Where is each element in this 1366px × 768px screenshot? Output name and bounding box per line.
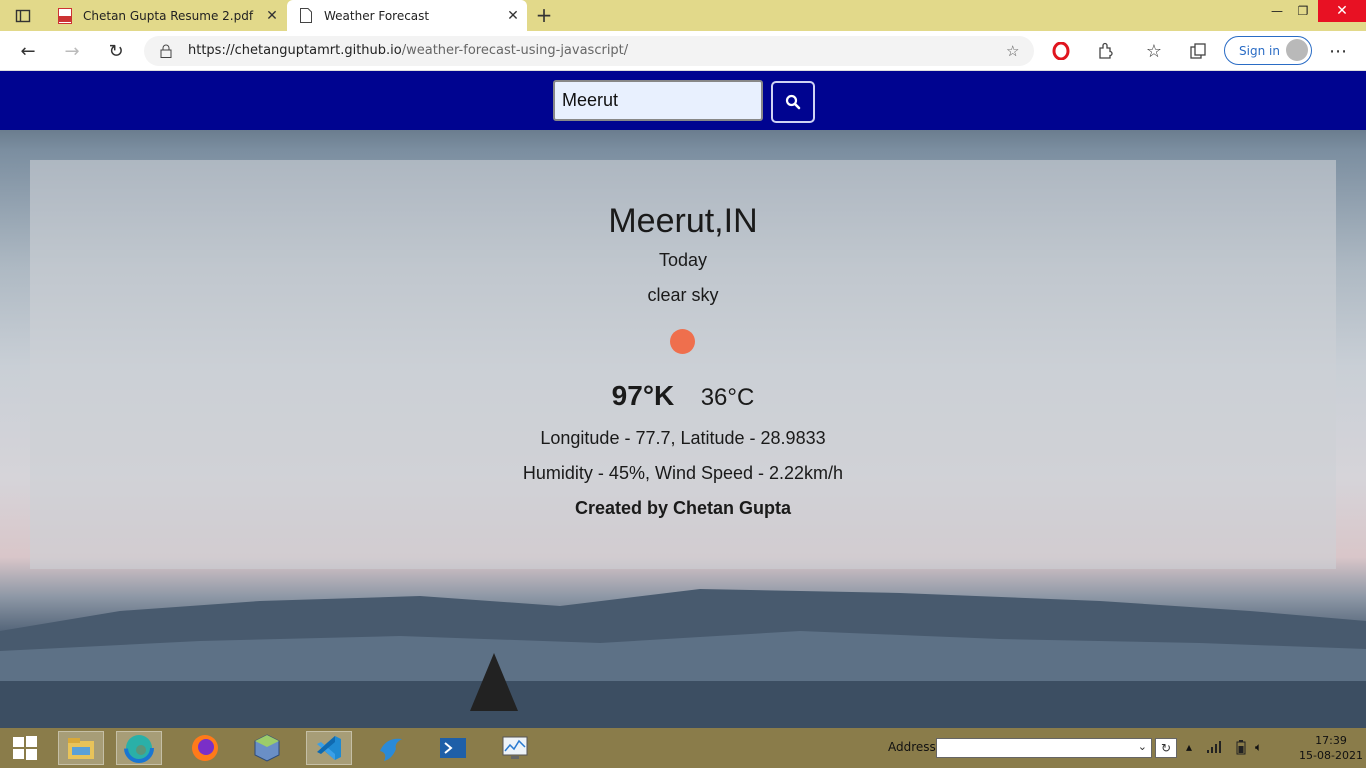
- navigation-bar: ← → ↻ https://chetanguptamrt.github.io/w…: [0, 31, 1366, 71]
- network-icon[interactable]: [1206, 740, 1222, 757]
- avatar-icon: [1286, 39, 1308, 61]
- clock-time: 17:39: [1315, 734, 1347, 747]
- dolphin-app-icon[interactable]: [368, 731, 414, 765]
- search-button[interactable]: [771, 81, 815, 123]
- temperature-celsius: 36°C: [700, 384, 755, 411]
- sign-in-label: Sign in: [1239, 43, 1280, 58]
- tab-title: Chetan Gupta Resume 2.pdf: [83, 8, 254, 23]
- close-tab-icon[interactable]: ✕: [258, 8, 286, 24]
- resource-monitor-icon[interactable]: [492, 731, 538, 765]
- day-label: Today: [658, 250, 708, 270]
- city-search-input[interactable]: Meerut: [553, 80, 763, 121]
- url-text: https://chetanguptamrt.github.io/weather…: [188, 43, 629, 58]
- lock-icon: [158, 43, 174, 59]
- page-icon: [298, 8, 314, 24]
- search-header: Meerut: [0, 71, 1366, 130]
- vscode-icon[interactable]: [306, 731, 352, 765]
- close-tab-icon[interactable]: ✕: [499, 8, 527, 24]
- collections-icon[interactable]: [1186, 39, 1210, 63]
- favorites-icon[interactable]: ☆: [1142, 39, 1166, 63]
- extensions-icon[interactable]: [1093, 39, 1117, 63]
- weather-description: clear sky: [647, 285, 719, 305]
- chevron-down-icon[interactable]: ⌄: [1138, 740, 1147, 753]
- more-menu-icon[interactable]: ⋯: [1326, 39, 1350, 63]
- temperature-kelvin: 97°K: [611, 380, 675, 411]
- windows-start-icon[interactable]: [2, 731, 48, 765]
- tab-bar: Chetan Gupta Resume 2.pdf ✕ Weather Fore…: [0, 0, 1366, 31]
- opera-icon[interactable]: [1049, 39, 1073, 63]
- back-icon[interactable]: ←: [16, 39, 40, 63]
- address-refresh-icon[interactable]: ↻: [1155, 738, 1177, 758]
- show-hidden-icons-icon[interactable]: ▴: [1186, 740, 1192, 754]
- new-tab-button[interactable]: +: [533, 4, 555, 26]
- tab-title: Weather Forecast: [324, 8, 430, 23]
- system-clock[interactable]: 17:39 15-08-2021: [1298, 733, 1364, 763]
- background-landscape: [0, 589, 1366, 728]
- refresh-icon[interactable]: ↻: [104, 39, 128, 63]
- sign-in-button[interactable]: Sign in: [1224, 36, 1312, 65]
- virtualbox-icon[interactable]: [244, 731, 290, 765]
- add-favorite-icon[interactable]: ☆: [1006, 42, 1019, 60]
- humidity-wind: Humidity - 45%, Wind Speed - 2.22km/h: [522, 463, 844, 483]
- credit-text: Created by Chetan Gupta: [574, 498, 792, 518]
- clock-date: 15-08-2021: [1299, 749, 1363, 762]
- pdf-icon: [57, 7, 73, 24]
- coordinates: Longitude - 77.7, Latitude - 28.9833: [540, 428, 826, 448]
- close-window-icon[interactable]: ✕: [1318, 0, 1366, 22]
- city-name: Meerut,IN: [608, 202, 758, 240]
- search-icon: [785, 94, 801, 110]
- battery-icon[interactable]: [1236, 740, 1246, 758]
- page-viewport: Meerut Meerut,IN Today clear sky 97°K 36…: [0, 71, 1366, 728]
- temperature-row: 97°K 36°C: [30, 380, 1336, 412]
- weather-card: Meerut,IN Today clear sky 97°K 36°C Long…: [30, 160, 1336, 569]
- taskbar: Address ⌄ ↻ ▴ 🔈︎ 17:39 15-08-2021: [0, 728, 1366, 768]
- edge-browser-icon[interactable]: [116, 731, 162, 765]
- volume-icon[interactable]: 🔈︎: [1255, 740, 1262, 755]
- tab-actions-icon[interactable]: [14, 7, 32, 25]
- forward-icon[interactable]: →: [60, 39, 84, 63]
- address-toolbar-label: Address: [888, 740, 936, 754]
- address-toolbar-input[interactable]: ⌄: [936, 738, 1152, 758]
- tab-resume-pdf[interactable]: Chetan Gupta Resume 2.pdf ✕: [46, 0, 286, 31]
- sun-icon: [670, 329, 695, 354]
- firefox-icon[interactable]: [182, 731, 228, 765]
- powershell-icon[interactable]: [430, 731, 476, 765]
- file-explorer-icon[interactable]: [58, 731, 104, 765]
- address-bar[interactable]: https://chetanguptamrt.github.io/weather…: [144, 36, 1034, 66]
- tab-weather-forecast[interactable]: Weather Forecast ✕: [287, 0, 527, 31]
